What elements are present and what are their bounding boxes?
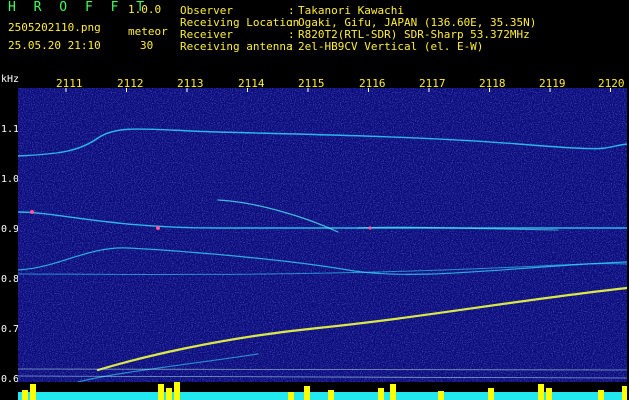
x-tick-label: 2118 [479,77,506,90]
y-tick-label: 0.8 [1,274,20,285]
y-tick-label: 0.9 [1,224,20,235]
x-tick-label: 2119 [539,77,566,90]
signal-strength-bar [18,382,627,400]
signal-peak [22,390,28,400]
signal-peak [288,392,294,400]
app-version: 1.0.0 [128,3,162,16]
file-name: 2505202110.png [8,21,101,34]
y-tick-label: 1.0 [1,174,20,185]
signal-peak [304,386,310,400]
signal-peak [546,388,552,400]
meteor-count: 30 [140,39,154,52]
info-key-antenna: Receiving antenna [180,40,293,53]
signal-peak [166,388,172,400]
signal-peak [488,388,494,400]
x-tick-label: 2113 [177,77,204,90]
signal-peak [438,391,444,400]
signal-peak [622,386,627,400]
signal-peak [328,390,334,400]
info-sep: : [288,40,295,53]
signal-peak [30,384,36,400]
y-tick-label: 1.1 [1,124,20,135]
signal-peak [598,390,604,400]
hroffft-window: H R O F F T 1.0.0 2505202110.png meteor … [0,0,629,400]
x-tick-label: 2120 [598,77,625,90]
hotspot [156,226,160,230]
signal-peak [390,384,396,400]
signal-baseline [18,392,627,400]
y-axis-unit: kHz [1,74,20,85]
y-tick-label: 0.7 [1,324,20,335]
header-panel: H R O F F T 1.0.0 2505202110.png meteor … [0,0,629,72]
signal-peak [378,388,384,400]
hotspot [30,210,34,214]
x-tick-label: 2111 [56,77,83,90]
x-tick-label: 2117 [419,77,446,90]
x-tick-label: 2115 [298,77,325,90]
hotspot [368,226,372,230]
meteor-label: meteor [128,25,168,38]
spectrogram [18,88,627,382]
x-axis: 2111 2112 2113 2114 2115 2116 2117 2118 … [18,76,627,90]
file-datetime: 25.05.20 21:10 [8,39,101,52]
y-tick-label: 0.6 [1,374,20,385]
x-tick-label: 2114 [238,77,265,90]
signal-peak [158,384,164,400]
signal-peak [174,382,180,400]
info-value-antenna: 2el-HB9CV Vertical (el. E-W) [298,40,484,53]
signal-peak [538,384,544,400]
x-tick-label: 2116 [359,77,386,90]
x-tick-label: 2112 [117,77,144,90]
y-axis: kHz 1.1 1.0 0.9 0.8 0.7 0.6 [0,72,20,400]
